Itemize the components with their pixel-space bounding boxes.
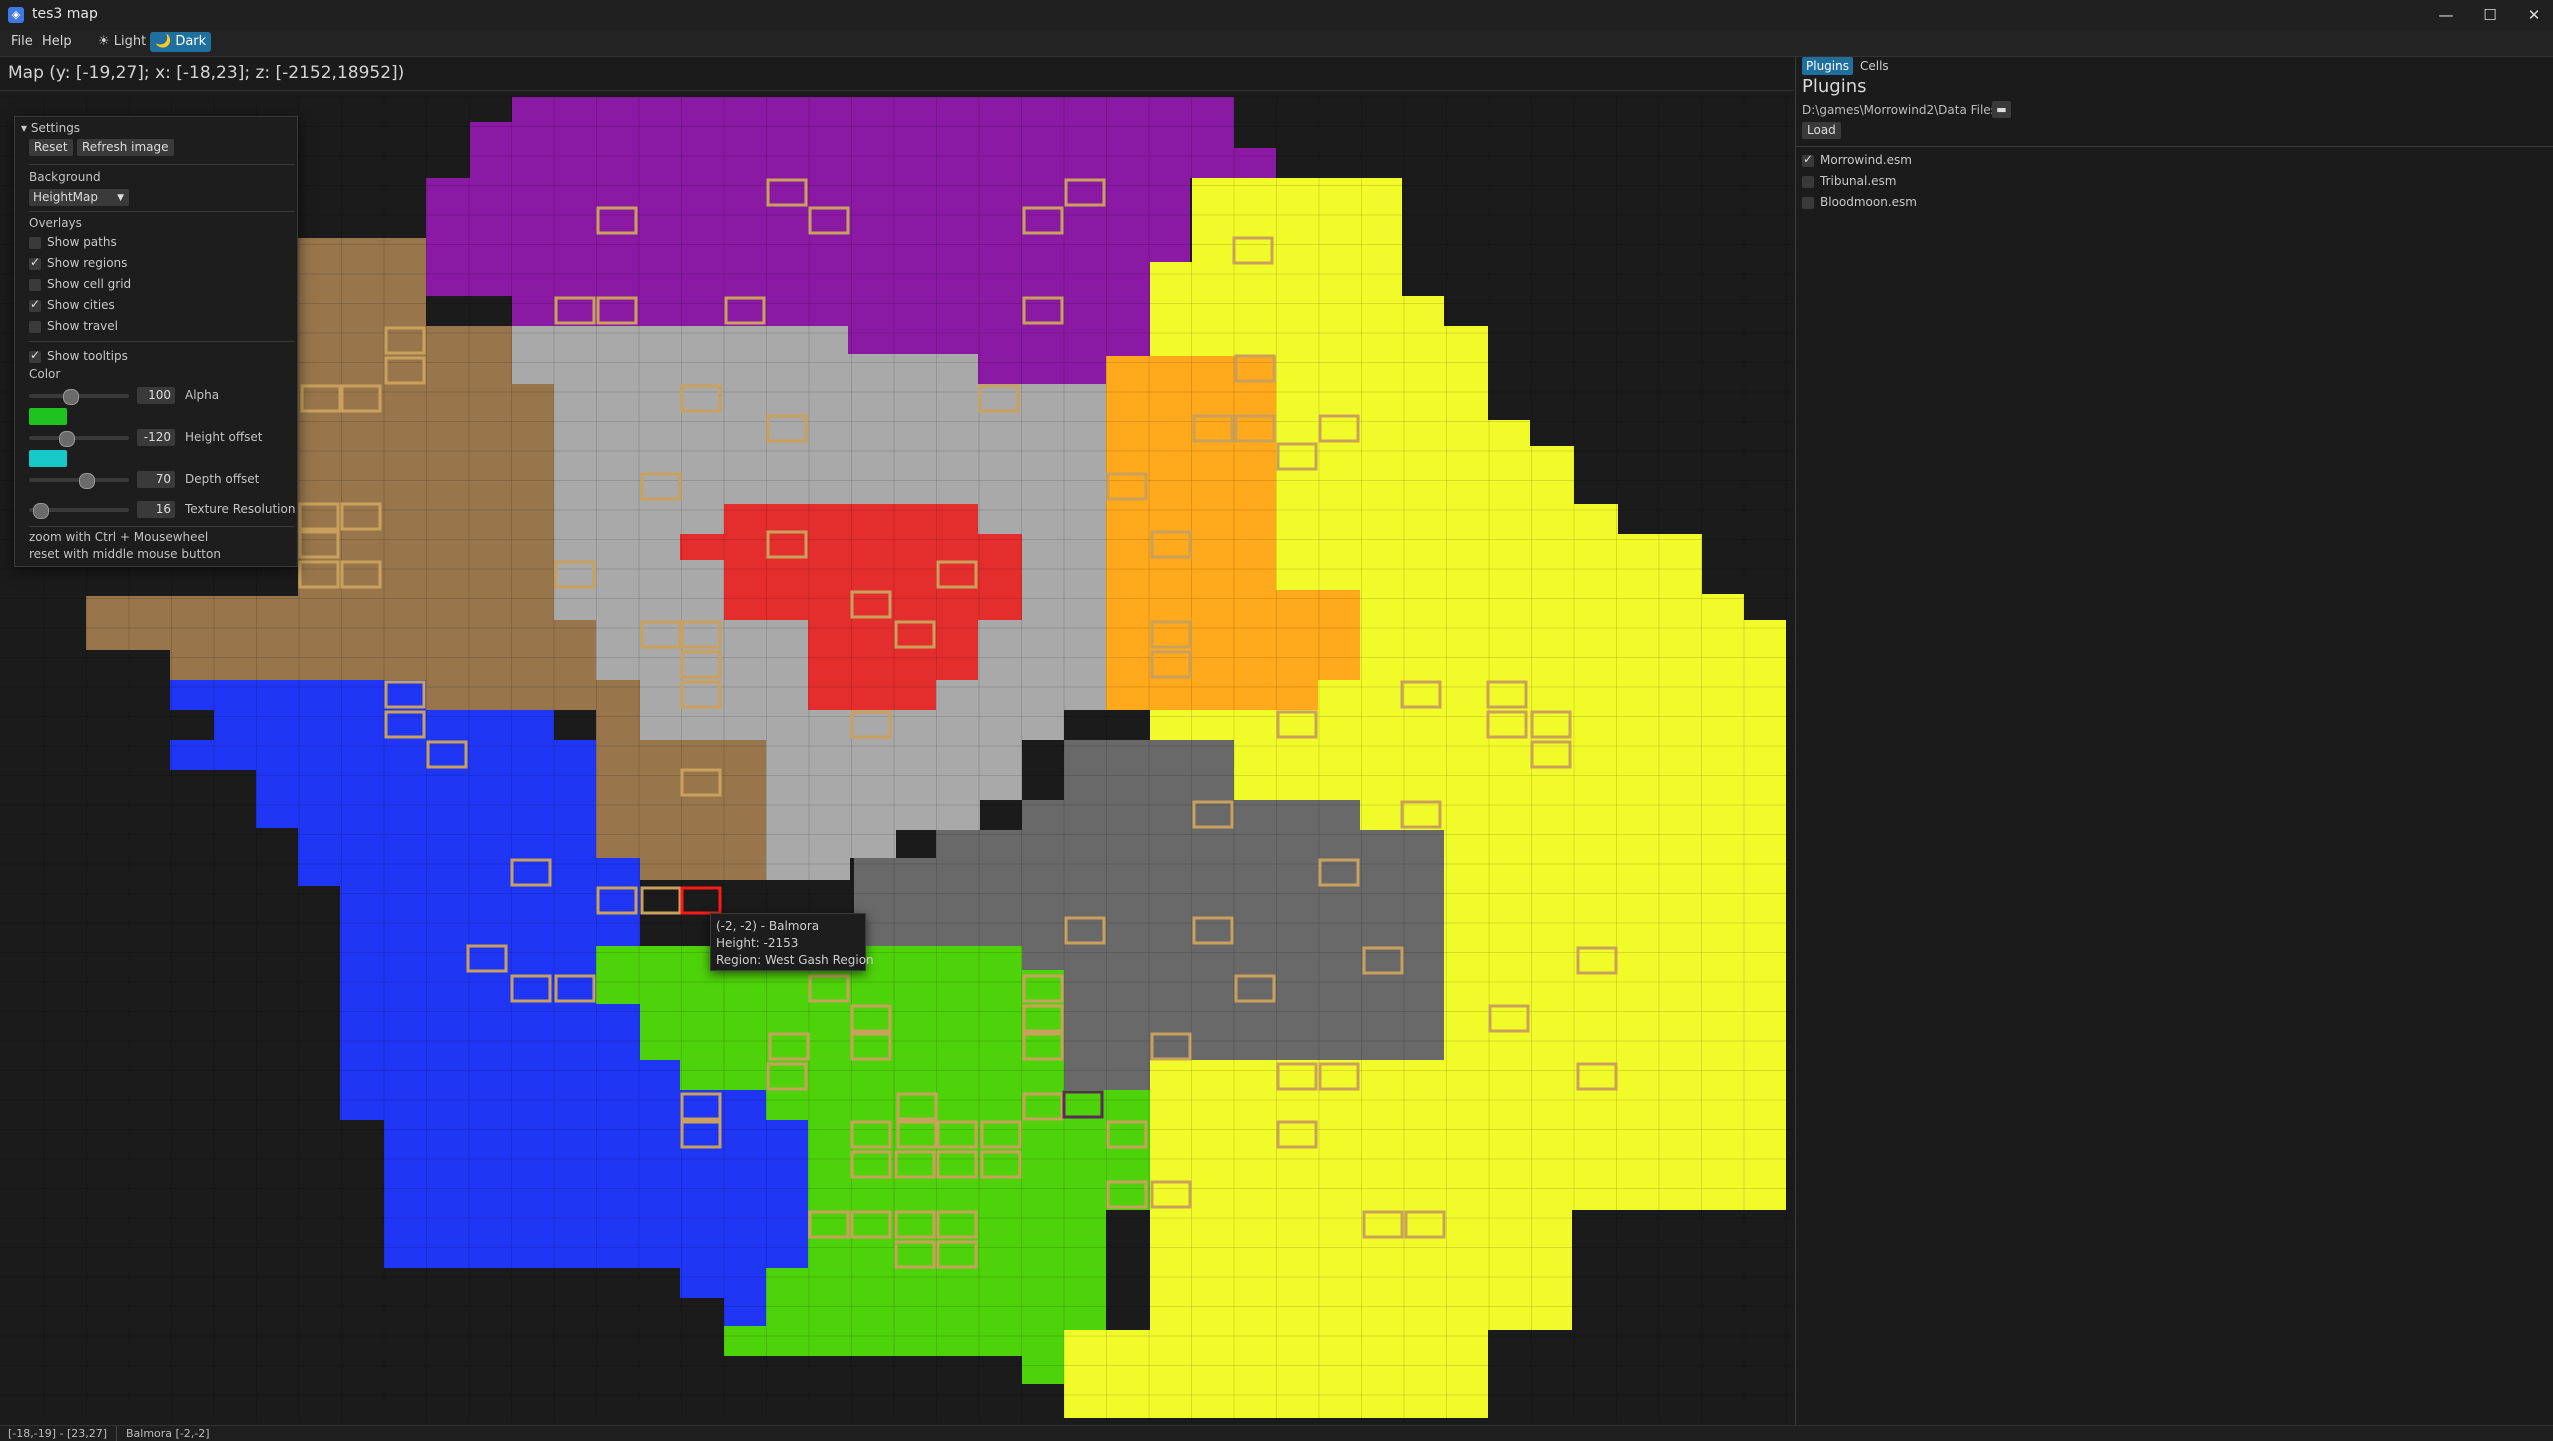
background-select-value: HeightMap (33, 190, 98, 204)
theme-light-button[interactable]: ☀ Light (93, 32, 151, 52)
divider (1796, 146, 2553, 147)
status-bar: [-18,-19] - [23,27] Balmora [-2,-2] (0, 1425, 2553, 1441)
alpha-label: Alpha (185, 388, 220, 402)
plugin-label-bloodmoon: Bloodmoon.esm (1820, 195, 1917, 209)
show-tooltips-checkbox[interactable] (29, 348, 41, 363)
tooltip-height: Height: -2153 (716, 936, 799, 950)
background-label: Background (29, 170, 101, 184)
show-cell-grid-label: Show cell grid (47, 277, 132, 291)
theme-dark-button[interactable]: 🌙 Dark (150, 32, 212, 52)
texture-resolution-slider-knob[interactable] (33, 503, 50, 519)
tooltip-cell-name: (-2, -2) - Balmora (716, 919, 820, 933)
show-regions-label: Show regions (47, 256, 128, 270)
tab-plugins[interactable]: Plugins (1802, 57, 1853, 75)
show-cities-checkbox[interactable] (29, 297, 41, 312)
divider (29, 211, 295, 212)
height-offset-slider-knob[interactable] (59, 431, 76, 447)
window-title: tes3 map (32, 6, 98, 22)
texture-resolution-value[interactable]: 16 (137, 501, 175, 518)
show-regions-checkbox[interactable] (29, 255, 41, 270)
show-travel-label: Show travel (47, 319, 119, 333)
status-range: [-18,-19] - [23,27] (8, 1427, 108, 1440)
title-bar: ◈ tes3 map — ☐ ✕ (0, 0, 2553, 30)
plugin-label-morrowind: Morrowind.esm (1820, 153, 1912, 167)
folder-icon[interactable]: ▬ (1992, 101, 2011, 118)
dropdown-arrow-icon: ▼ (117, 193, 124, 203)
city-marker (640, 886, 682, 915)
show-travel-checkbox[interactable] (29, 321, 41, 333)
load-button[interactable]: Load (1802, 122, 1841, 139)
app-icon: ◈ (8, 7, 24, 23)
depth-offset-value[interactable]: 70 (137, 471, 175, 488)
close-button[interactable]: ✕ (2514, 3, 2553, 27)
show-paths-checkbox[interactable] (29, 237, 41, 249)
color-label: Color (29, 367, 61, 381)
divider (29, 526, 295, 527)
tab-cells[interactable]: Cells (1856, 57, 1893, 75)
texture-resolution-label: Texture Resolution (185, 502, 296, 516)
plugins-title: Plugins (1802, 76, 1867, 97)
height-offset-slider[interactable] (29, 431, 129, 447)
cell-tooltip: (-2, -2) - Balmora Height: -2153 Region:… (710, 913, 874, 971)
plugins-panel: Plugins Cells Plugins D:\games\Morrowind… (1796, 57, 2553, 1425)
menu-file[interactable]: File (11, 34, 33, 49)
settings-header[interactable]: ▾ Settings (21, 121, 80, 135)
height-color-swatch[interactable] (29, 408, 67, 425)
height-offset-label: Height offset (185, 430, 263, 444)
depth-offset-label: Depth offset (185, 472, 260, 486)
reset-hint: reset with middle mouse button (29, 547, 221, 561)
reset-button[interactable]: Reset (29, 139, 73, 156)
depth-color-swatch[interactable] (29, 450, 67, 467)
plugin-checkbox-bloodmoon[interactable] (1802, 197, 1814, 209)
alpha-slider[interactable] (29, 389, 129, 405)
alpha-value[interactable]: 100 (137, 387, 175, 404)
plugin-label-tribunal: Tribunal.esm (1820, 174, 1897, 188)
minimize-button[interactable]: — (2426, 3, 2466, 27)
settings-window: ▾ Settings Reset Refresh image Backgroun… (14, 116, 298, 567)
divider (29, 164, 295, 165)
status-cell: Balmora [-2,-2] (126, 1427, 210, 1440)
map-title: Map (y: [-19,27]; x: [-18,23]; z: [-2152… (8, 63, 405, 83)
maximize-button[interactable]: ☐ (2470, 3, 2510, 27)
plugin-checkbox-morrowind[interactable] (1802, 152, 1814, 167)
depth-offset-slider[interactable] (29, 473, 129, 489)
texture-resolution-slider[interactable] (29, 503, 129, 519)
menu-bar: File Help ☀ Light 🌙 Dark (0, 30, 2553, 57)
data-files-path: D:\games\Morrowind2\Data Files (1802, 103, 1997, 117)
tooltip-region: Region: West Gash Region (716, 953, 874, 967)
show-tooltips-label: Show tooltips (47, 349, 128, 363)
refresh-image-button[interactable]: Refresh image (77, 139, 174, 156)
show-cell-grid-checkbox[interactable] (29, 279, 41, 291)
show-paths-label: Show paths (47, 235, 117, 249)
height-offset-value[interactable]: -120 (137, 429, 175, 446)
menu-help[interactable]: Help (42, 34, 72, 49)
background-select[interactable]: HeightMap ▼ (29, 189, 129, 206)
divider (0, 90, 1794, 91)
show-cities-label: Show cities (47, 298, 115, 312)
plugin-checkbox-tribunal[interactable] (1802, 176, 1814, 188)
depth-offset-slider-knob[interactable] (78, 473, 95, 489)
alpha-slider-knob[interactable] (63, 389, 80, 405)
overlays-label: Overlays (29, 216, 82, 230)
divider (116, 1426, 117, 1441)
divider (29, 341, 295, 342)
selected-cell-highlight (680, 886, 722, 915)
zoom-hint: zoom with Ctrl + Mousewheel (29, 530, 209, 544)
